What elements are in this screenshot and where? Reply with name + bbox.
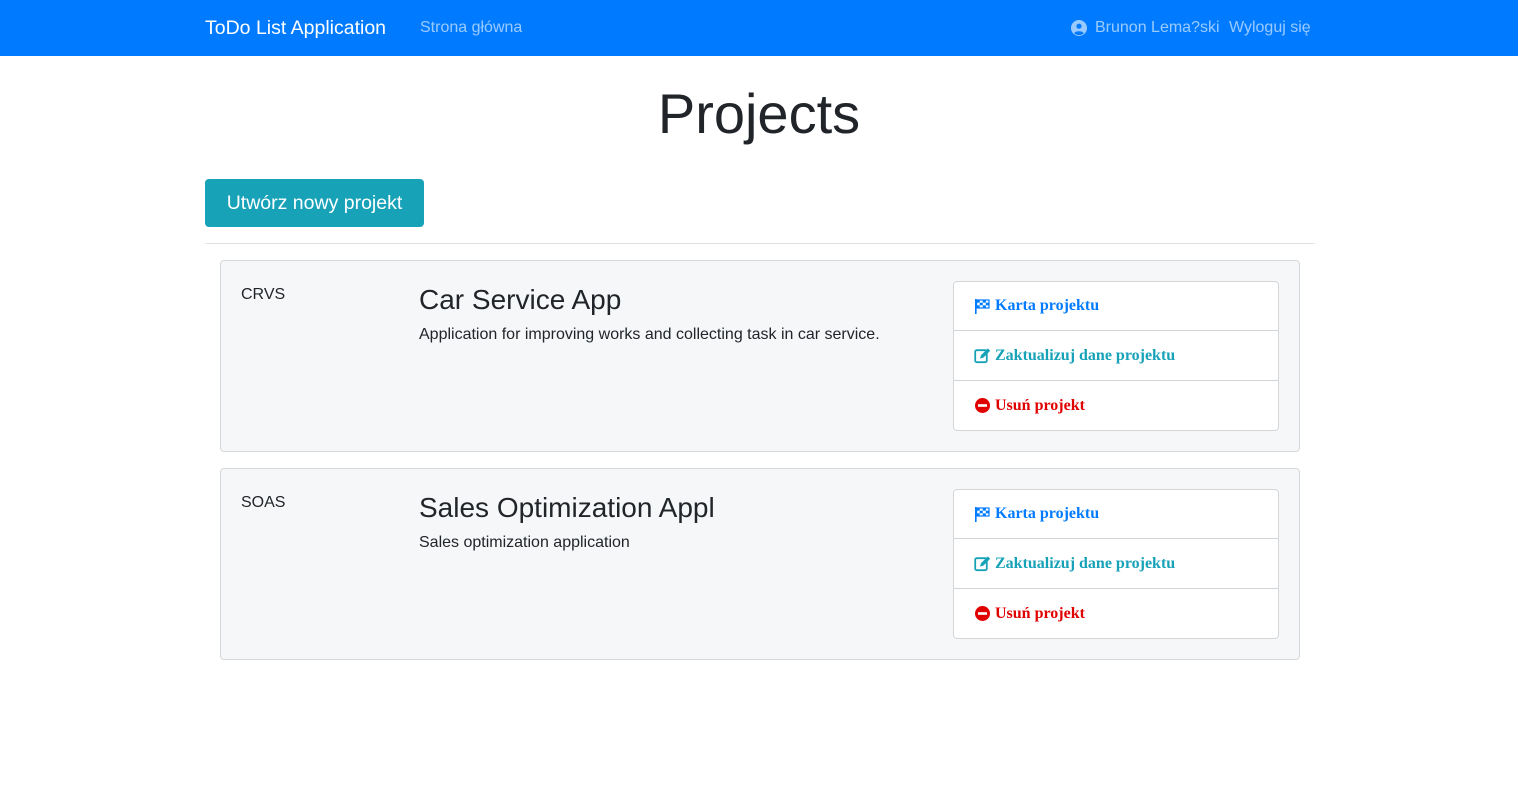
update-project-link[interactable]: Zaktualizuj dane projektu [953, 331, 1279, 381]
project-actions: Karta projektu Zaktualizuj dane projektu… [953, 281, 1279, 431]
update-project-link[interactable]: Zaktualizuj dane projektu [953, 539, 1279, 589]
project-card: CRVS Car Service App Application for imp… [220, 260, 1300, 452]
project-code: CRVS [241, 286, 286, 303]
minus-circle-icon [975, 398, 990, 413]
user-circle-icon [1071, 20, 1087, 36]
delete-project-link[interactable]: Usuń projekt [953, 381, 1279, 431]
nav-home-link[interactable]: Strona główna [420, 18, 522, 38]
nav-user-name: Brunon Lema?ski [1095, 19, 1220, 36]
minus-circle-icon [975, 606, 990, 621]
nav-user-link[interactable]: Brunon Lema?ski [1071, 18, 1220, 38]
delete-project-label: Usuń projekt [995, 396, 1085, 414]
project-name: Sales Optimization Appl [419, 492, 715, 523]
update-project-label: Zaktualizuj dane projektu [995, 554, 1176, 572]
create-project-button[interactable]: Utwórz nowy projekt [205, 179, 424, 227]
project-name: Car Service App [419, 284, 622, 315]
project-card: SOAS Sales Optimization Appl Sales optim… [220, 468, 1300, 660]
project-card-link[interactable]: Karta projektu [953, 281, 1279, 331]
project-code: SOAS [241, 494, 286, 511]
navbar-brand[interactable]: ToDo List Application [205, 16, 386, 40]
checkered-flag-icon [975, 506, 990, 522]
project-card-label: Karta projektu [995, 297, 1100, 314]
project-description: Sales optimization application [419, 534, 630, 551]
checkered-flag-icon [975, 298, 990, 314]
navbar: ToDo List Application Strona główna Brun… [0, 0, 1518, 56]
delete-project-label: Usuń projekt [995, 604, 1085, 622]
project-actions: Karta projektu Zaktualizuj dane projektu… [953, 489, 1279, 639]
nav-logout-link[interactable]: Wyloguj się [1229, 18, 1311, 38]
project-description: Application for improving works and coll… [419, 326, 880, 343]
update-project-label: Zaktualizuj dane projektu [995, 346, 1176, 364]
page-title: Projects [657, 82, 861, 145]
delete-project-link[interactable]: Usuń projekt [953, 589, 1279, 639]
edit-icon [974, 556, 991, 572]
project-card-link[interactable]: Karta projektu [953, 489, 1279, 539]
divider [205, 243, 1315, 244]
edit-icon [974, 348, 991, 364]
project-card-label: Karta projektu [995, 505, 1100, 522]
